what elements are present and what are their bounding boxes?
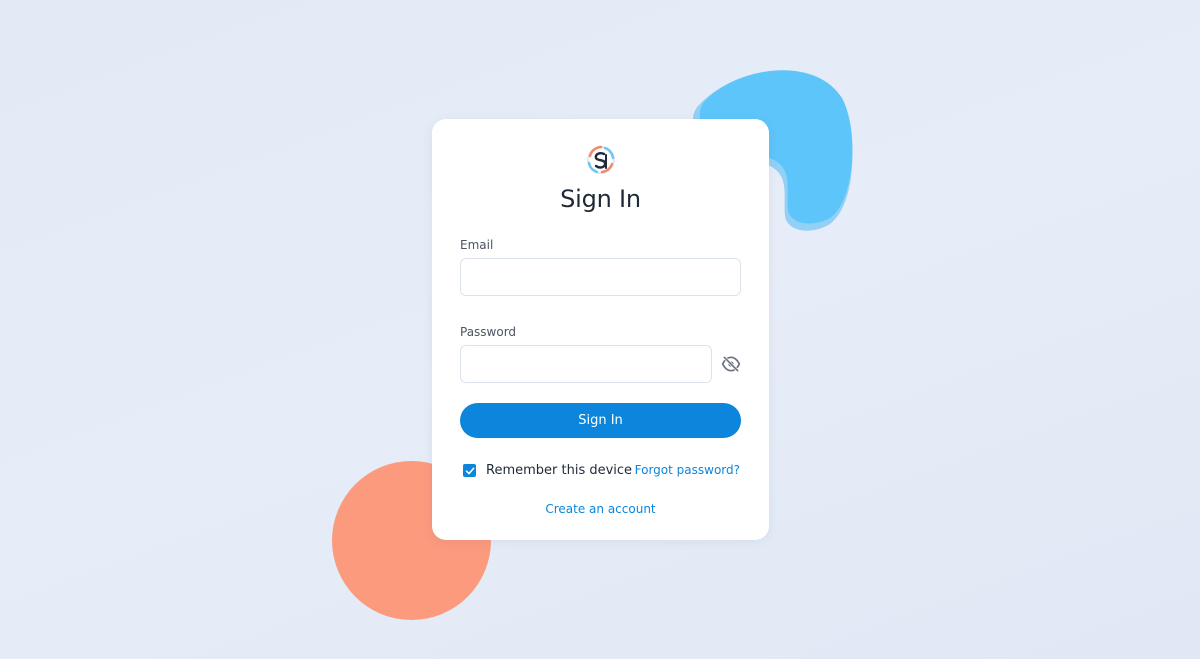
sp-swirl-logo-icon — [587, 145, 615, 174]
remember-checkbox[interactable] — [463, 464, 476, 477]
email-field[interactable] — [460, 258, 741, 296]
remember-label: Remember this device — [486, 463, 633, 478]
signin-card: Sign In Email Password Sign In Remember … — [432, 119, 769, 540]
email-label: Email — [460, 238, 494, 252]
forgot-password-link[interactable]: Forgot password? — [635, 463, 740, 477]
password-field[interactable] — [460, 345, 712, 383]
page-title: Sign In — [560, 185, 641, 213]
password-label: Password — [460, 325, 517, 339]
signin-button[interactable]: Sign In — [460, 403, 741, 438]
checkmark-icon — [465, 467, 474, 474]
remember-device: Remember this device — [463, 463, 632, 478]
eye-off-icon[interactable] — [721, 355, 741, 373]
create-account-link[interactable]: Create an account — [432, 502, 769, 516]
